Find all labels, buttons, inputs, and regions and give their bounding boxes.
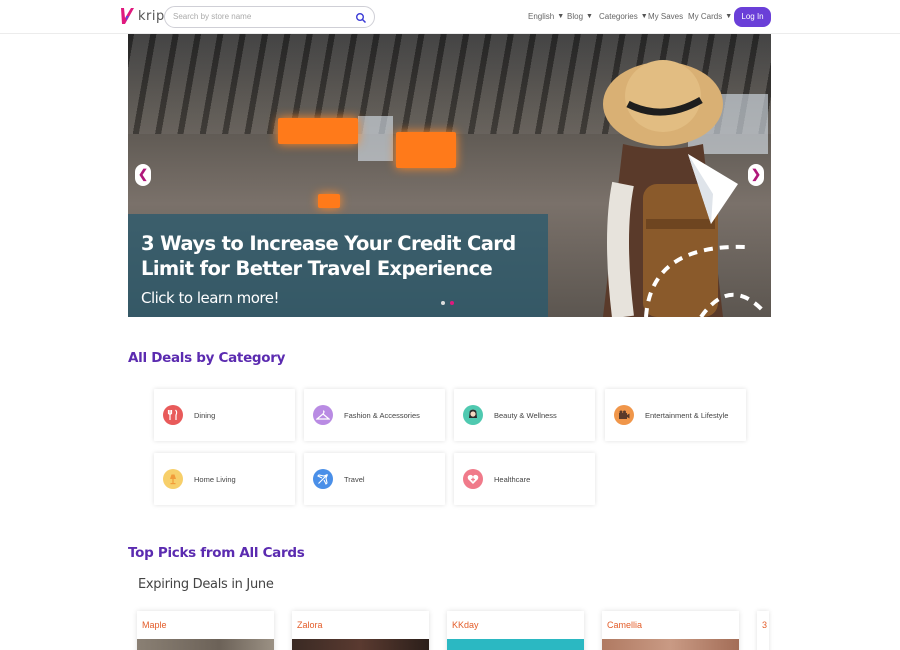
category-label: Dining bbox=[194, 410, 216, 420]
hanger-icon bbox=[313, 405, 333, 425]
deal-card-partial[interactable]: 3 bbox=[757, 611, 769, 650]
category-label: Home Living bbox=[194, 474, 236, 484]
deal-image bbox=[292, 639, 429, 650]
nav-language-label: English bbox=[528, 12, 555, 21]
nav-categories[interactable]: Categories ▼ bbox=[599, 12, 648, 21]
category-healthcare[interactable]: Healthcare bbox=[454, 453, 595, 505]
nav-blog-label: Blog bbox=[567, 12, 584, 21]
category-label: Fashion & Accessories bbox=[344, 410, 420, 420]
category-label: Healthcare bbox=[494, 474, 531, 484]
search-icon[interactable] bbox=[355, 11, 367, 24]
banner-window bbox=[358, 116, 393, 161]
login-button[interactable]: Log In bbox=[734, 7, 771, 27]
dashed-flight-path-icon bbox=[644, 244, 768, 317]
slide-dot-active[interactable] bbox=[450, 301, 454, 305]
section-title-categories: All Deals by Category bbox=[128, 350, 286, 366]
category-entertainment-lifestyle[interactable]: Entertainment & Lifestyle bbox=[605, 389, 746, 441]
banner-departure-board bbox=[318, 194, 340, 208]
section-title-top-picks: Top Picks from All Cards bbox=[128, 545, 305, 561]
logo-text: krip bbox=[138, 8, 165, 24]
banner-cta-link[interactable]: Click to learn more! bbox=[141, 289, 279, 307]
deal-card-zalora[interactable]: Zalora bbox=[292, 611, 429, 650]
banner-departure-board bbox=[278, 118, 358, 144]
prev-slide-button[interactable]: ❮ bbox=[135, 164, 151, 186]
deal-image bbox=[447, 639, 584, 650]
chevron-down-icon: ▼ bbox=[725, 13, 733, 20]
nav-language[interactable]: English ▼ bbox=[528, 12, 564, 21]
hero-banner[interactable]: 3 Ways to Increase Your Credit Card Limi… bbox=[128, 34, 771, 317]
category-label: Entertainment & Lifestyle bbox=[645, 410, 729, 420]
deal-merchant-name: 3 bbox=[762, 620, 768, 630]
nav-categories-label: Categories bbox=[599, 12, 638, 21]
nav-my-saves-label: My Saves bbox=[648, 12, 684, 21]
category-label: Beauty & Wellness bbox=[494, 410, 557, 420]
nav-my-cards-label: My Cards bbox=[688, 12, 723, 21]
search-box bbox=[164, 6, 375, 28]
deal-card-maple[interactable]: Maple bbox=[137, 611, 274, 650]
woman-icon bbox=[463, 405, 483, 425]
top-navbar: krip English ▼ Blog ▼ Categories ▼ My Sa… bbox=[0, 0, 900, 34]
category-beauty-wellness[interactable]: Beauty & Wellness bbox=[454, 389, 595, 441]
deal-merchant-name: Zalora bbox=[297, 620, 323, 630]
chevron-right-icon: ❯ bbox=[750, 167, 762, 181]
utensils-icon bbox=[163, 405, 183, 425]
chevron-down-icon: ▼ bbox=[557, 13, 565, 20]
category-fashion-accessories[interactable]: Fashion & Accessories bbox=[304, 389, 445, 441]
deal-merchant-name: Camellia bbox=[607, 620, 643, 630]
nav-my-saves[interactable]: My Saves bbox=[648, 12, 683, 21]
heart-icon bbox=[463, 469, 483, 489]
nav-my-cards[interactable]: My Cards ▼ bbox=[688, 12, 732, 21]
camera-icon bbox=[614, 405, 634, 425]
category-travel[interactable]: Travel bbox=[304, 453, 445, 505]
deal-card-kkday[interactable]: KKday bbox=[447, 611, 584, 650]
chevron-down-icon: ▼ bbox=[640, 13, 648, 20]
krip-logo[interactable]: krip bbox=[120, 7, 165, 25]
banner-departure-board bbox=[396, 132, 456, 168]
krip-logo-mark-icon bbox=[120, 7, 134, 25]
category-dining[interactable]: Dining bbox=[154, 389, 295, 441]
banner-title: 3 Ways to Increase Your Credit Card Limi… bbox=[141, 232, 516, 280]
deal-card-camellia[interactable]: Camellia bbox=[602, 611, 739, 650]
next-slide-button[interactable]: ❯ bbox=[748, 164, 764, 186]
deal-merchant-name: Maple bbox=[142, 620, 167, 630]
chevron-down-icon: ▼ bbox=[586, 13, 593, 20]
paper-plane-icon bbox=[688, 154, 738, 224]
plane-icon bbox=[313, 469, 333, 489]
slide-indicators bbox=[441, 301, 454, 305]
nav-blog[interactable]: Blog ▼ bbox=[567, 12, 593, 21]
category-home-living[interactable]: Home Living bbox=[154, 453, 295, 505]
search-input[interactable] bbox=[173, 12, 353, 21]
deal-image bbox=[602, 639, 739, 650]
chevron-left-icon: ❮ bbox=[137, 167, 149, 181]
lamp-icon bbox=[163, 469, 183, 489]
deal-image bbox=[137, 639, 274, 650]
deal-merchant-name: KKday bbox=[452, 620, 479, 630]
slide-dot[interactable] bbox=[441, 301, 445, 305]
section-subtitle-expiring: Expiring Deals in June bbox=[138, 577, 274, 592]
category-label: Travel bbox=[344, 474, 365, 484]
